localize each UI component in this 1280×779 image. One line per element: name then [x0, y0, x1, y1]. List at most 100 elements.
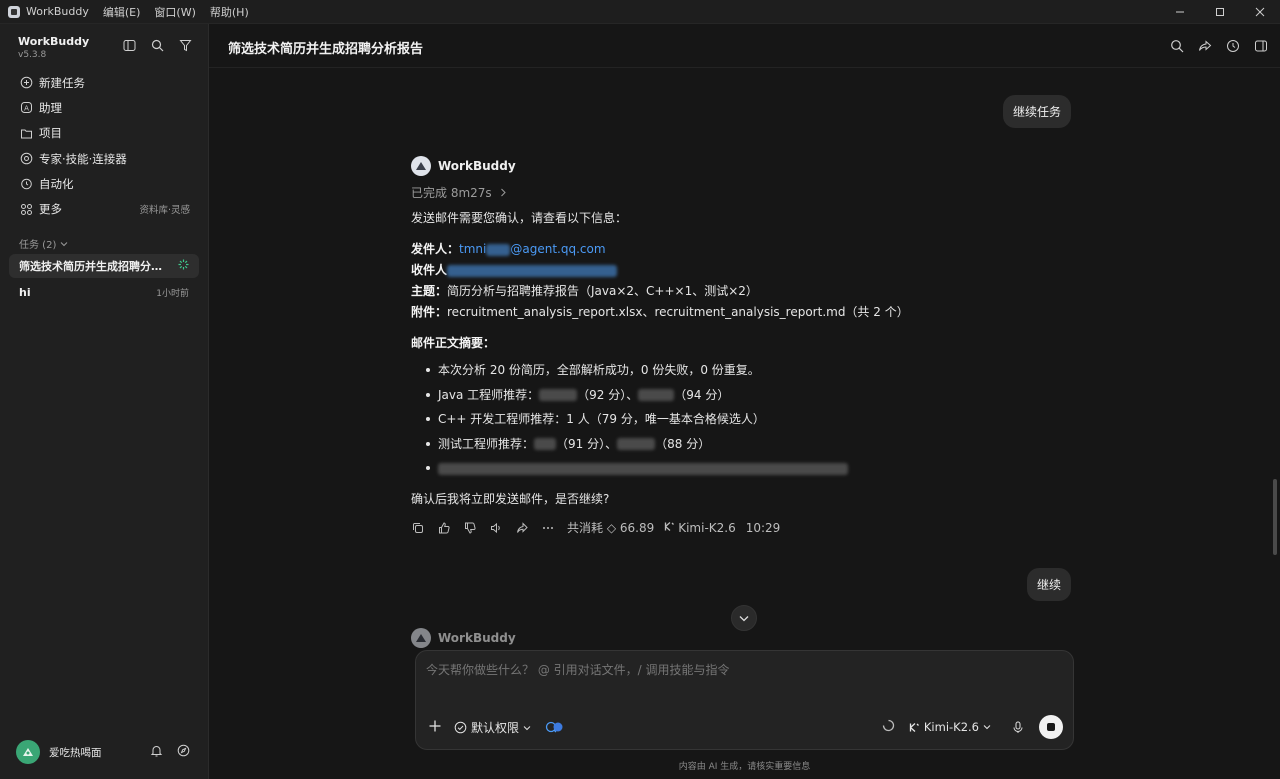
sidebar-item-label: 助理	[39, 100, 62, 115]
redacted-text	[617, 438, 656, 450]
agent-avatar	[411, 156, 431, 176]
agent-name: WorkBuddy	[438, 159, 516, 173]
list-item: 测试工程师推荐： （91 分）、 （88 分）	[411, 432, 1091, 457]
panel-toggle-icon[interactable]	[1254, 39, 1268, 56]
chevron-down-icon	[739, 615, 749, 621]
sender-email-prefix[interactable]: tmni	[459, 242, 486, 256]
minimize-button[interactable]	[1160, 0, 1200, 24]
sidebar-item-project[interactable]: 项目	[10, 121, 200, 146]
summary-line: 测试工程师推荐：	[438, 436, 535, 451]
sidebar-item-label: 专家·技能·连接器	[39, 151, 127, 166]
list-item: Java 工程师推荐： （92 分）、 （94 分）	[411, 383, 1091, 408]
sidebar-item-assistant[interactable]: A 助理	[10, 95, 200, 120]
permission-selector[interactable]: 默认权限	[454, 719, 531, 736]
agent-avatar	[411, 628, 431, 648]
alarm-icon	[19, 177, 33, 191]
share-icon[interactable]	[1198, 39, 1212, 56]
user-message: 继续	[1027, 568, 1072, 601]
compass-icon[interactable]	[177, 744, 190, 760]
model-selector[interactable]: Kimi-K2.6	[909, 720, 991, 734]
sidebar-item-experts[interactable]: 专家·技能·连接器	[10, 146, 200, 171]
subject-line: 主题：简历分析与招聘推荐报告（Java×2、C++×1、测试×2）	[411, 281, 1091, 302]
recipient-label: 收件人	[411, 263, 448, 277]
loading-spinner-icon	[178, 259, 189, 273]
subject-label: 主题：	[411, 284, 448, 298]
agent-name: WorkBuddy	[438, 631, 516, 645]
user-name: 爱吃热喝面	[49, 746, 102, 759]
chevron-down-icon	[523, 725, 531, 730]
chevron-down-icon	[983, 725, 991, 730]
avatar[interactable]	[16, 740, 40, 764]
sidebar-item-automation[interactable]: 自动化	[10, 171, 200, 196]
microphone-icon[interactable]	[1011, 720, 1025, 734]
skill-icon[interactable]	[544, 720, 568, 734]
summary-line: C++ 开发工程师推荐：1 人（79 分，唯一基本合格候选人）	[438, 412, 765, 426]
more-icon[interactable]	[541, 521, 555, 535]
user-message-text: 继续	[1037, 578, 1062, 592]
filter-icon[interactable]	[178, 38, 192, 52]
user-message: 继续任务	[1003, 95, 1072, 128]
model-name: Kimi-K2.6	[678, 520, 736, 535]
folder-icon	[19, 126, 33, 140]
message-input[interactable]	[426, 663, 1026, 677]
scrollbar-thumb[interactable]	[1273, 479, 1277, 555]
search-icon[interactable]	[150, 38, 164, 52]
summary-title: 邮件正文摘要：	[411, 336, 496, 350]
menu-help[interactable]: 帮助(H)	[210, 4, 249, 20]
task-item[interactable]: hi 1小时前	[9, 280, 199, 304]
summary-line: （88 分）	[655, 436, 711, 451]
add-attachment-icon[interactable]	[428, 719, 442, 733]
bell-icon[interactable]	[150, 744, 163, 760]
sidebar-item-label: 项目	[39, 126, 62, 141]
agent-message: WorkBuddy 已完成 8m27s 发送邮件需要您确认，请查看以下信息： 发…	[411, 156, 1091, 537]
model-label: Kimi-K2.6	[923, 720, 979, 734]
sidebar-item-extra[interactable]: 资料库·灵感	[139, 202, 190, 216]
tasks-header[interactable]: 任务 (2)	[19, 236, 68, 251]
svg-text:A: A	[24, 105, 29, 113]
list-item	[411, 456, 1091, 481]
speaker-icon[interactable]	[489, 521, 503, 535]
expert-icon	[19, 152, 33, 166]
user-message-text: 继续任务	[1013, 105, 1062, 119]
redacted-text	[486, 243, 511, 256]
menu-window[interactable]: 窗口(W)	[154, 4, 195, 20]
sidebar: WorkBuddy v5.3.8 新建任务 A 助理 项目 专家·技能·连接器	[0, 24, 209, 779]
list-item: 本次分析 20 份简历，全部解析成功，0 份失败，0 份重复。	[411, 358, 1091, 383]
message-actions: 共消耗 ◇ 66.89 Kimi-K2.6 10:29	[411, 519, 1091, 537]
summary-line: （94 分）	[674, 387, 730, 402]
share-icon[interactable]	[515, 521, 529, 535]
sidebar-item-label: 新建任务	[39, 75, 85, 90]
sidebar-item-new-task[interactable]: 新建任务	[10, 70, 200, 95]
sender-label: 发件人：	[411, 242, 460, 256]
grid-icon	[19, 202, 33, 216]
sender-email-suffix[interactable]: @agent.qq.com	[510, 242, 605, 256]
close-button[interactable]	[1240, 0, 1280, 24]
menu-edit[interactable]: 编辑(E)	[103, 4, 141, 20]
redacted-text	[539, 389, 578, 401]
attachment-value: recruitment_analysis_report.xlsx、recruit…	[447, 305, 909, 319]
search-icon[interactable]	[1170, 39, 1184, 56]
thumbs-up-icon[interactable]	[437, 521, 451, 535]
sidebar-item-more[interactable]: 更多 资料库·灵感	[10, 196, 200, 221]
thumbs-down-icon[interactable]	[463, 521, 477, 535]
task-item-active[interactable]: 筛选技术简历并生成招聘分…	[9, 254, 199, 278]
app-logo-icon	[8, 5, 20, 18]
history-icon[interactable]	[1226, 39, 1240, 56]
summary-line: （91 分）、	[556, 436, 618, 451]
shield-check-icon	[454, 721, 467, 734]
model-icon	[909, 722, 919, 732]
message-time: 10:29	[745, 520, 781, 535]
maximize-button[interactable]	[1200, 0, 1240, 24]
main-header: 筛选技术简历并生成招聘分析报告	[209, 24, 1280, 68]
sidebar-toggle-icon[interactable]	[122, 38, 136, 52]
sender-line: 发件人：tmni @agent.qq.com	[411, 239, 1091, 260]
sidebar-nav: 新建任务 A 助理 项目 专家·技能·连接器 自动化 更多 资料库·灵感	[10, 70, 200, 222]
user-profile[interactable]: 爱吃热喝面	[16, 739, 196, 765]
stop-button[interactable]	[1039, 715, 1063, 739]
task-time: 1小时前	[156, 288, 189, 299]
scroll-down-button[interactable]	[731, 605, 757, 631]
completion-status[interactable]: 已完成 8m27s	[411, 184, 1091, 200]
sidebar-item-label: 更多	[39, 202, 62, 217]
redacted-text	[438, 462, 848, 475]
copy-icon[interactable]	[411, 521, 425, 535]
